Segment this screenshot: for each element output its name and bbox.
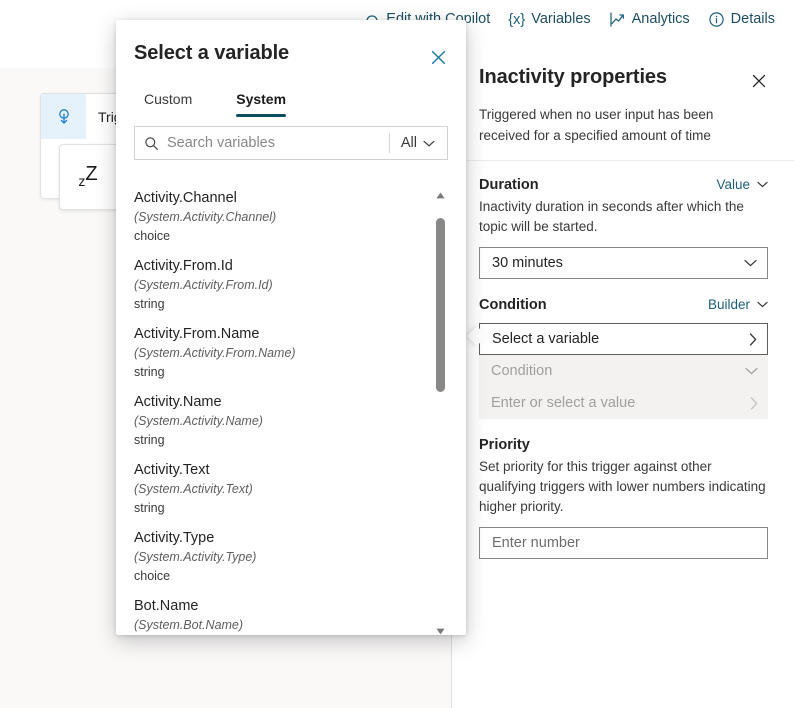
list-item[interactable]: Activity.Text (System.Activity.Text) str…: [134, 460, 430, 528]
tab-custom[interactable]: Custom: [134, 87, 202, 117]
condition-operator-row: Condition: [479, 355, 768, 387]
duration-mode-selector[interactable]: Value: [716, 177, 768, 192]
variables-braces-icon: {x}: [508, 11, 526, 28]
list-item[interactable]: Activity.From.Id (System.Activity.From.I…: [134, 256, 430, 324]
chevron-right-icon: [749, 332, 757, 346]
variable-path: (System.Activity.Channel): [134, 210, 277, 224]
toolbar-label-analytics: Analytics: [631, 11, 690, 28]
condition-value-label: Enter or select a value: [491, 395, 636, 411]
variable-type: choice: [134, 569, 171, 583]
toolbar-item-analytics[interactable]: Analytics: [600, 7, 699, 32]
condition-variable-row[interactable]: Select a variable: [479, 323, 768, 355]
variable-list: Activity.Channel (System.Activity.Channe…: [134, 188, 430, 635]
panel-header: Inactivity properties: [479, 40, 768, 94]
priority-input[interactable]: [492, 535, 755, 551]
duration-dropdown[interactable]: 30 minutes: [479, 247, 768, 279]
select-variable-dialog: Select a variable Custom System Search v…: [116, 20, 466, 635]
toolbar-label-variables: Variables: [531, 11, 591, 28]
scrollbar-track[interactable]: [432, 202, 448, 624]
panel-close-icon[interactable]: [746, 68, 772, 94]
variable-path: (System.Activity.From.Name): [134, 346, 296, 360]
chevron-down-icon: [757, 181, 768, 188]
variable-type: choice: [134, 229, 171, 243]
variable-name: Activity.Channel: [134, 190, 237, 206]
list-item[interactable]: Bot.Name (System.Bot.Name): [134, 596, 430, 635]
variable-type: string: [134, 297, 165, 311]
toolbar-label-details: Details: [730, 11, 775, 28]
toolbar-item-details[interactable]: Details: [699, 7, 784, 32]
variable-path: (System.Activity.From.Id): [134, 278, 273, 292]
toolbar-item-variables[interactable]: {x} Variables: [499, 7, 599, 32]
dialog-close-icon[interactable]: [424, 43, 452, 71]
condition-variable-label: Select a variable: [492, 331, 600, 347]
trigger-lightning-icon: [41, 94, 86, 139]
condition-operator-label: Condition: [491, 363, 553, 379]
duration-value: 30 minutes: [492, 255, 563, 271]
dialog-title: Select a variable: [134, 42, 290, 64]
condition-mode-label: Builder: [707, 297, 750, 312]
variable-name: Activity.Type: [134, 530, 215, 546]
scrollbar-thumb[interactable]: [436, 218, 445, 392]
chevron-down-icon: [757, 301, 768, 308]
chevron-right-icon: [750, 396, 758, 410]
variable-name: Activity.From.Name: [134, 326, 260, 342]
tab-system-label: System: [236, 91, 287, 107]
condition-builder-group: Select a variable Condition Enter or sel…: [467, 323, 768, 419]
search-bar: All: [134, 126, 448, 160]
priority-input-wrapper[interactable]: [479, 527, 768, 559]
variable-name: Activity.Name: [134, 394, 222, 410]
analytics-chart-icon: [609, 11, 626, 28]
condition-mode-selector[interactable]: Builder: [708, 297, 768, 312]
duration-label: Duration: [479, 177, 539, 193]
duration-mode-label: Value: [716, 177, 750, 192]
condition-label: Condition: [479, 297, 547, 313]
variable-name: Activity.From.Id: [134, 258, 233, 274]
dialog-tabs: Custom System: [116, 71, 466, 117]
variable-path: (System.Activity.Text): [134, 482, 253, 496]
list-scrollbar[interactable]: [432, 188, 448, 635]
list-item[interactable]: Activity.Type (System.Activity.Type) cho…: [134, 528, 430, 596]
chevron-down-icon: [423, 140, 435, 147]
duration-description: Inactivity duration in seconds after whi…: [479, 199, 744, 234]
variable-path: (System.Bot.Name): [134, 618, 244, 632]
app-root: Trigger zZ Inactivity: [0, 0, 794, 708]
scroll-down-arrow-icon[interactable]: [432, 624, 448, 635]
filter-dropdown[interactable]: All: [390, 135, 447, 151]
info-circle-icon: [708, 11, 725, 28]
priority-description: Set priority for this trigger against ot…: [479, 459, 766, 514]
list-item[interactable]: Activity.Channel (System.Activity.Channe…: [134, 188, 430, 256]
inactivity-properties-panel: Inactivity properties Triggered when no …: [453, 40, 794, 708]
dialog-header: Select a variable: [116, 20, 466, 71]
priority-section-header: Priority: [479, 437, 768, 453]
page-title: Inactivity properties: [479, 66, 667, 88]
list-item[interactable]: Activity.From.Name (System.Activity.From…: [134, 324, 430, 392]
panel-description: Triggered when no user input has been re…: [479, 107, 714, 143]
variable-name: Bot.Name: [134, 598, 199, 614]
tab-system[interactable]: System: [226, 87, 296, 117]
sleep-zz-icon: zZ: [78, 162, 98, 190]
variable-type: string: [134, 365, 165, 379]
chevron-down-icon: [744, 259, 757, 267]
tab-custom-label: Custom: [144, 91, 193, 107]
search-input[interactable]: [167, 135, 389, 151]
list-item[interactable]: Activity.Name (System.Activity.Name) str…: [134, 392, 430, 460]
variable-path: (System.Activity.Name): [134, 414, 263, 428]
condition-section-header: Condition Builder: [479, 297, 768, 313]
variable-type: string: [134, 433, 165, 447]
variable-path: (System.Activity.Type): [134, 550, 257, 564]
variable-list-wrapper: Activity.Channel (System.Activity.Channe…: [134, 188, 448, 635]
scroll-up-arrow-icon[interactable]: [432, 188, 448, 202]
variable-type: string: [134, 501, 165, 515]
condition-value-row: Enter or select a value: [479, 387, 768, 419]
priority-label: Priority: [479, 437, 530, 453]
filter-label: All: [400, 135, 417, 151]
panel-divider: [453, 160, 794, 161]
variable-name: Activity.Text: [134, 462, 210, 478]
duration-section-header: Duration Value: [479, 177, 768, 193]
chevron-down-icon: [745, 367, 758, 375]
search-icon: [135, 136, 167, 151]
